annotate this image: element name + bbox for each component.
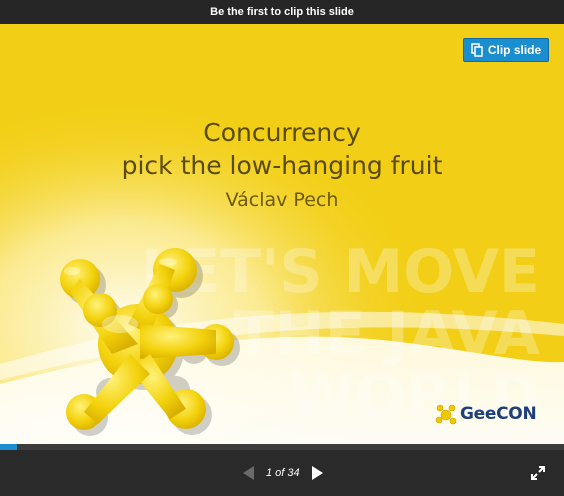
clip-icon [471, 43, 483, 57]
slide-counter: 1 of 34 [266, 467, 300, 479]
slide-title-line-2: pick the low-hanging fruit [121, 151, 443, 180]
slide-view: LET'S MOVE THE JAVA WORLD Concurrency pi… [0, 24, 564, 444]
player-controls: 1 of 34 [0, 450, 564, 496]
clip-slide-button[interactable]: Clip slide [463, 38, 549, 62]
geecon-logo: GeeCON [435, 403, 537, 425]
prev-arrow-icon[interactable] [240, 464, 258, 482]
clip-prompt-bar: Be the first to clip this slide [0, 0, 564, 24]
clip-prompt-text: Be the first to clip this slide [210, 6, 354, 18]
clip-slide-label: Clip slide [487, 43, 542, 57]
geecon-splat-graphic [60, 248, 240, 436]
slide-title-line-1: Concurrency [203, 118, 361, 147]
next-arrow-icon[interactable] [308, 464, 326, 482]
slide-title: Concurrency pick the low-hanging fruit [0, 116, 564, 182]
geecon-logo-icon [435, 404, 457, 425]
slide-author: Václav Pech [225, 189, 339, 211]
geecon-logo-text: GeeCON [460, 404, 537, 424]
slide-navigation: 1 of 34 [240, 463, 326, 483]
expand-icon[interactable] [530, 465, 546, 481]
